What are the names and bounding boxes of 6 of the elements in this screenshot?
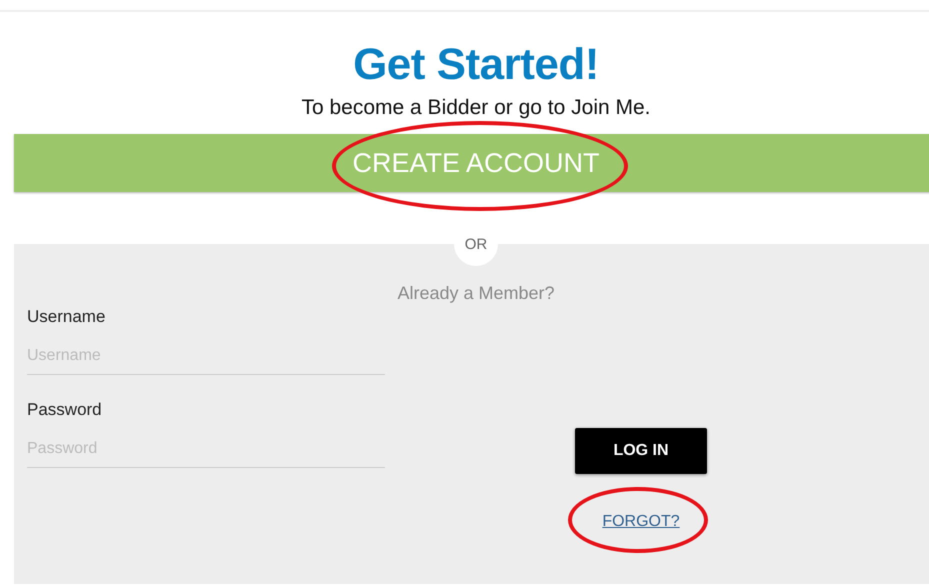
- heading: Get Started!: [352, 40, 600, 90]
- field-label: Password: [27, 400, 103, 420]
- field-label: Username: [27, 307, 106, 327]
- login-button[interactable]: LOG IN: [575, 428, 707, 474]
- forgot-link[interactable]: FORGOT?: [602, 513, 680, 530]
- subtitle: To become a Bidder or go to Join Me.: [300, 95, 652, 121]
